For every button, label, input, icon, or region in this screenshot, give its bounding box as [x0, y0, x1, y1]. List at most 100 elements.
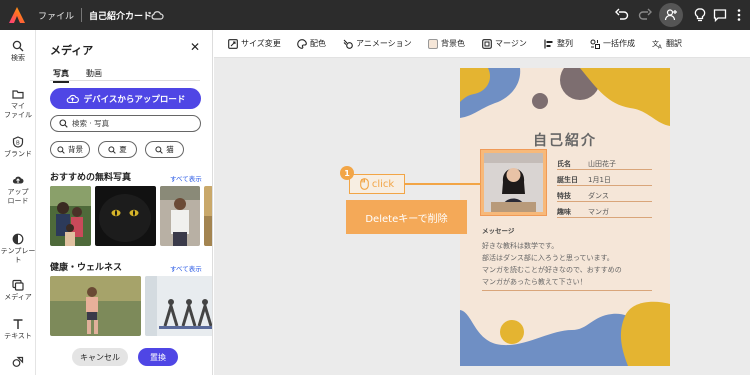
field-label: 誕生日 — [557, 176, 578, 184]
message-text[interactable]: 好きな教科は数学です。 部活はダンス部に入ろうと思っています。 マンガを読むこと… — [482, 240, 622, 288]
search-input[interactable]: 検索 · 写真 — [50, 115, 201, 132]
see-all-link[interactable]: すべて表示 — [170, 173, 202, 183]
rail-item-media[interactable]: メディア — [0, 279, 36, 302]
delete-instruction: Deleteキーで削除 — [346, 200, 467, 234]
elements-icon — [12, 356, 24, 367]
field-label: 氏名 — [557, 160, 571, 168]
document-title[interactable]: 自己紹介カード — [89, 9, 152, 22]
file-menu[interactable]: ファイル — [38, 9, 74, 22]
photo-thumbnail-yoga[interactable] — [145, 276, 212, 336]
tool-label: 翻訳 — [666, 39, 682, 48]
photo-black-cat — [95, 186, 156, 246]
template-icon — [12, 233, 24, 245]
field-row-skill[interactable]: 特技 ダンス — [557, 188, 652, 202]
rail-item-templates[interactable]: テンプレート — [0, 233, 36, 265]
photo-thumbnail-family[interactable] — [50, 186, 91, 246]
filter-chip-cat[interactable]: 猫 — [145, 141, 184, 158]
animation-icon — [343, 39, 353, 49]
align-icon — [544, 39, 553, 48]
tool-label: マージン — [495, 39, 527, 48]
rail-item-search[interactable]: 検索 — [0, 40, 36, 63]
folder-icon — [12, 90, 24, 99]
lightbulb-icon[interactable] — [692, 7, 708, 23]
rail-item-brand[interactable]: B ブランド — [0, 136, 36, 159]
tool-margin[interactable]: マージン — [482, 38, 527, 49]
media-panel: メディア ✕ 写真 動画 デバイスからアップロード 検索 · 写真 背景 夏 猫… — [36, 30, 213, 375]
replace-button[interactable]: 置換 — [138, 348, 178, 366]
cloud-sync-icon[interactable] — [150, 8, 164, 22]
svg-text:B: B — [16, 140, 20, 146]
message-line: 好きな教科は数学です。 — [482, 242, 559, 250]
rail-item-upload[interactable]: アップ ロード — [0, 174, 36, 206]
filter-chip-background[interactable]: 背景 — [50, 141, 90, 158]
photo-woman — [484, 153, 543, 212]
click-callout: click — [349, 174, 405, 194]
message-heading[interactable]: メッセージ — [482, 225, 514, 235]
comment-icon[interactable] — [712, 7, 728, 23]
panel-title: メディア — [50, 44, 94, 57]
rail-item-elements[interactable] — [0, 356, 36, 370]
search-icon — [57, 145, 65, 154]
field-value: 山田花子 — [588, 160, 616, 168]
field-label: 特技 — [557, 192, 571, 200]
tool-label: アニメーション — [356, 39, 412, 48]
photo-partial — [204, 186, 212, 246]
rail-label: テンプレート — [0, 247, 36, 264]
rail-item-my-files[interactable]: マイ ファイル — [0, 88, 36, 120]
tab-divider — [50, 80, 200, 81]
search-icon — [59, 119, 68, 128]
rail-label: マイ ファイル — [4, 102, 32, 119]
card-title[interactable]: 自己紹介 — [460, 130, 670, 150]
photo-thumbnail-partial[interactable] — [204, 186, 212, 246]
tab-videos[interactable]: 動画 — [86, 68, 102, 79]
undo-icon[interactable] — [614, 7, 630, 23]
field-row-name[interactable]: 氏名 山田花子 — [557, 156, 652, 170]
more-icon[interactable] — [731, 7, 747, 23]
palette-icon — [297, 38, 307, 49]
search-icon — [155, 145, 163, 154]
tool-bulk-create[interactable]: 一括作成 — [590, 38, 635, 49]
tool-translate[interactable]: 文A 翻訳 — [652, 38, 682, 49]
photo-thumbnail-man[interactable] — [160, 186, 200, 246]
photo-family — [50, 186, 91, 246]
search-icon — [108, 145, 116, 154]
redo-icon[interactable] — [637, 7, 653, 23]
click-label: click — [371, 178, 395, 190]
rail-item-text[interactable]: テキスト — [0, 318, 36, 341]
photo-thumbnail-black-cat[interactable] — [95, 186, 156, 246]
field-row-birthday[interactable]: 誕生日 1月1日 — [557, 172, 652, 186]
search-icon — [12, 40, 24, 52]
tool-animation[interactable]: アニメーション — [343, 38, 412, 49]
field-value: 1月1日 — [588, 176, 611, 184]
profile-photo[interactable] — [480, 149, 547, 216]
tool-resize[interactable]: サイズ変更 — [228, 38, 281, 49]
upload-from-device-button[interactable]: デバイスからアップロード — [50, 88, 201, 109]
design-canvas: 自己紹介 氏名 山田花子 誕生日 1月1日 特技 ダンス 趣味 マンガ メッセー… — [214, 58, 750, 375]
message-divider — [482, 290, 652, 291]
message-line: マンガを読むことが好きなので、おすすめの — [482, 266, 622, 274]
cloud-upload-icon — [66, 94, 79, 104]
photo-thumbnail-runner[interactable] — [50, 276, 141, 336]
field-label: 趣味 — [557, 208, 571, 216]
section-title-free-photos: おすすめの無料写真 — [50, 173, 132, 183]
svg-text:A: A — [658, 44, 662, 49]
invite-button[interactable] — [659, 3, 683, 27]
top-bar: ファイル 自己紹介カード — [0, 0, 750, 30]
field-row-hobby[interactable]: 趣味 マンガ — [557, 204, 652, 218]
close-icon[interactable]: ✕ — [190, 40, 200, 54]
toolbar: サイズ変更 配色 アニメーション 背景色 マージン 整列 一括作成 文A 翻訳 — [214, 30, 750, 58]
step-badge: 1 — [340, 166, 354, 180]
background-swatch-icon — [428, 38, 438, 49]
rail-label: メディア — [4, 293, 32, 301]
adobe-express-logo[interactable] — [8, 6, 26, 24]
cancel-button[interactable]: キャンセル — [72, 348, 128, 366]
filter-chip-summer[interactable]: 夏 — [98, 141, 137, 158]
tool-background-color[interactable]: 背景色 — [428, 38, 465, 49]
tool-color-theme[interactable]: 配色 — [297, 38, 326, 49]
tool-label: 整列 — [557, 39, 573, 48]
see-all-link[interactable]: すべて表示 — [170, 263, 202, 273]
chip-label: 背景 — [68, 145, 83, 154]
resize-icon — [228, 38, 238, 49]
profile-card[interactable]: 自己紹介 氏名 山田花子 誕生日 1月1日 特技 ダンス 趣味 マンガ メッセー… — [460, 68, 670, 366]
tool-align[interactable]: 整列 — [544, 38, 573, 49]
